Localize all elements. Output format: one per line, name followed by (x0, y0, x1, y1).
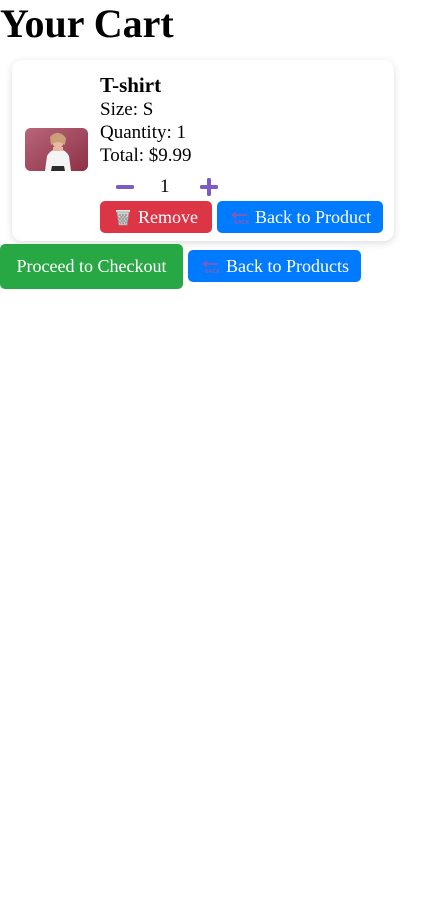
remove-label: Remove (138, 206, 198, 227)
wastebasket-icon (114, 208, 132, 226)
svg-text:BACK: BACK (234, 220, 249, 226)
product-image (25, 128, 88, 171)
back-to-products-button[interactable]: BACK Back to Products (188, 250, 361, 282)
remove-button[interactable]: Remove (100, 201, 212, 233)
quantity-value: 1 (160, 176, 170, 197)
item-details: T-shirt Size: S Quantity: 1 Total: $9.99 (100, 72, 192, 167)
decrease-quantity-button[interactable] (114, 176, 136, 198)
increase-quantity-button[interactable] (198, 176, 220, 198)
back-arrow-icon: BACK (200, 257, 220, 275)
page-title: Your Cart (0, 1, 174, 46)
back-to-product-button[interactable]: BACK Back to Product (217, 201, 383, 233)
back-to-product-label: Back to Product (255, 206, 371, 227)
item-quantity: Quantity: 1 (100, 122, 187, 143)
item-size: Size: S (100, 99, 154, 120)
item-total: Total: $9.99 (100, 145, 192, 166)
product-name: T-shirt (100, 73, 162, 97)
back-arrow-icon: BACK (229, 208, 249, 226)
back-to-products-label: Back to Products (226, 255, 349, 276)
proceed-to-checkout-button[interactable]: Proceed to Checkout (0, 244, 183, 289)
quantity-stepper: 1 (114, 176, 234, 202)
minus-icon (116, 185, 134, 189)
plus-icon (200, 178, 218, 196)
cart-item: T-shirt Size: S Quantity: 1 Total: $9.99… (12, 60, 394, 241)
svg-text:BACK: BACK (205, 269, 220, 275)
cart-page: Your Cart T-shirt Size: S Quantity: 1 To… (0, 0, 444, 911)
